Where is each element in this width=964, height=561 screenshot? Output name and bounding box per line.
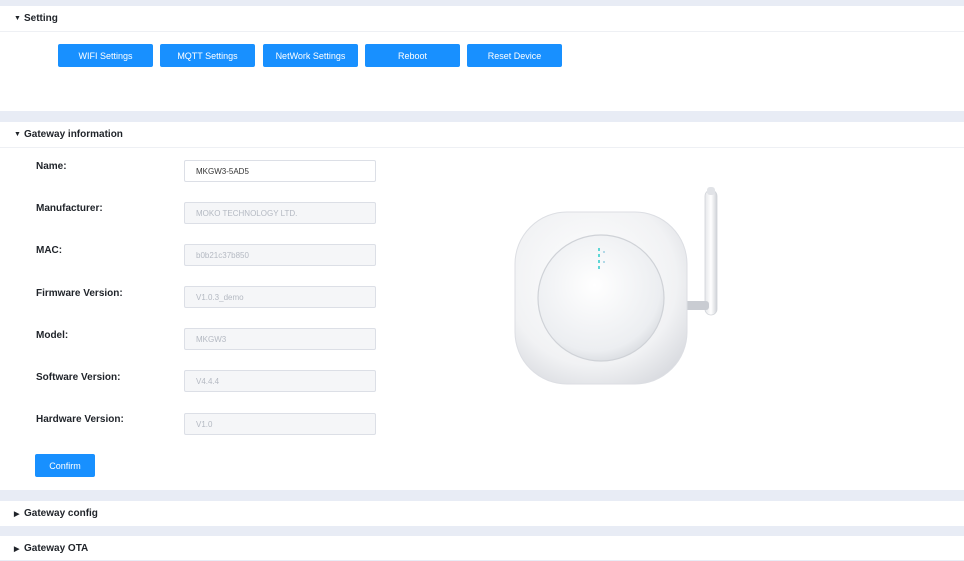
- setting-title: Setting: [24, 13, 58, 24]
- gateway-ota-title: Gateway OTA: [24, 543, 89, 554]
- confirm-button[interactable]: Confirm: [35, 454, 95, 477]
- caret-right-icon: ▶: [14, 545, 20, 553]
- gateway-info-header[interactable]: ▼ Gateway information: [0, 122, 964, 148]
- gateway-config-title: Gateway config: [24, 508, 98, 519]
- mac-field: b0b21c37b850: [184, 244, 376, 266]
- software-version-field: V4.4.4: [184, 370, 376, 392]
- gateway-info-panel: ▼ Gateway information Name: MKGW3-5AD5 M…: [0, 122, 964, 490]
- firmware-version-label: Firmware Version:: [36, 288, 123, 299]
- setting-panel: ▼ Setting WIFI Settings MQTT Settings Ne…: [0, 6, 964, 111]
- wifi-settings-button[interactable]: WIFI Settings: [58, 44, 153, 67]
- gateway-device-image: [514, 187, 718, 385]
- setting-header[interactable]: ▼ Setting: [0, 6, 964, 32]
- name-label: Name:: [36, 161, 67, 172]
- mqtt-settings-button[interactable]: MQTT Settings: [160, 44, 255, 67]
- gateway-config-header[interactable]: ▶ Gateway config: [0, 501, 964, 526]
- gateway-ota-header[interactable]: ▶ Gateway OTA: [0, 536, 964, 561]
- reset-device-button[interactable]: Reset Device: [467, 44, 562, 67]
- network-settings-button[interactable]: NetWork Settings: [263, 44, 358, 67]
- hardware-version-field: V1.0: [184, 413, 376, 435]
- mac-label: MAC:: [36, 245, 63, 256]
- caret-right-icon: ▶: [14, 510, 20, 518]
- name-input[interactable]: MKGW3-5AD5: [184, 160, 376, 182]
- reboot-button[interactable]: Reboot: [365, 44, 460, 67]
- manufacturer-label: Manufacturer:: [36, 203, 103, 214]
- gateway-ota-panel: ▶ Gateway OTA: [0, 536, 964, 560]
- gateway-info-title: Gateway information: [24, 129, 123, 140]
- manufacturer-field: MOKO TECHNOLOGY LTD.: [184, 202, 376, 224]
- firmware-version-field: V1.0.3_demo: [184, 286, 376, 308]
- caret-down-icon: ▼: [14, 15, 21, 22]
- gateway-config-panel: ▶ Gateway config: [0, 501, 964, 526]
- hardware-version-label: Hardware Version:: [36, 414, 124, 425]
- model-label: Model:: [36, 330, 69, 341]
- caret-down-icon: ▼: [14, 131, 21, 138]
- software-version-label: Software Version:: [36, 372, 121, 383]
- model-field: MKGW3: [184, 328, 376, 350]
